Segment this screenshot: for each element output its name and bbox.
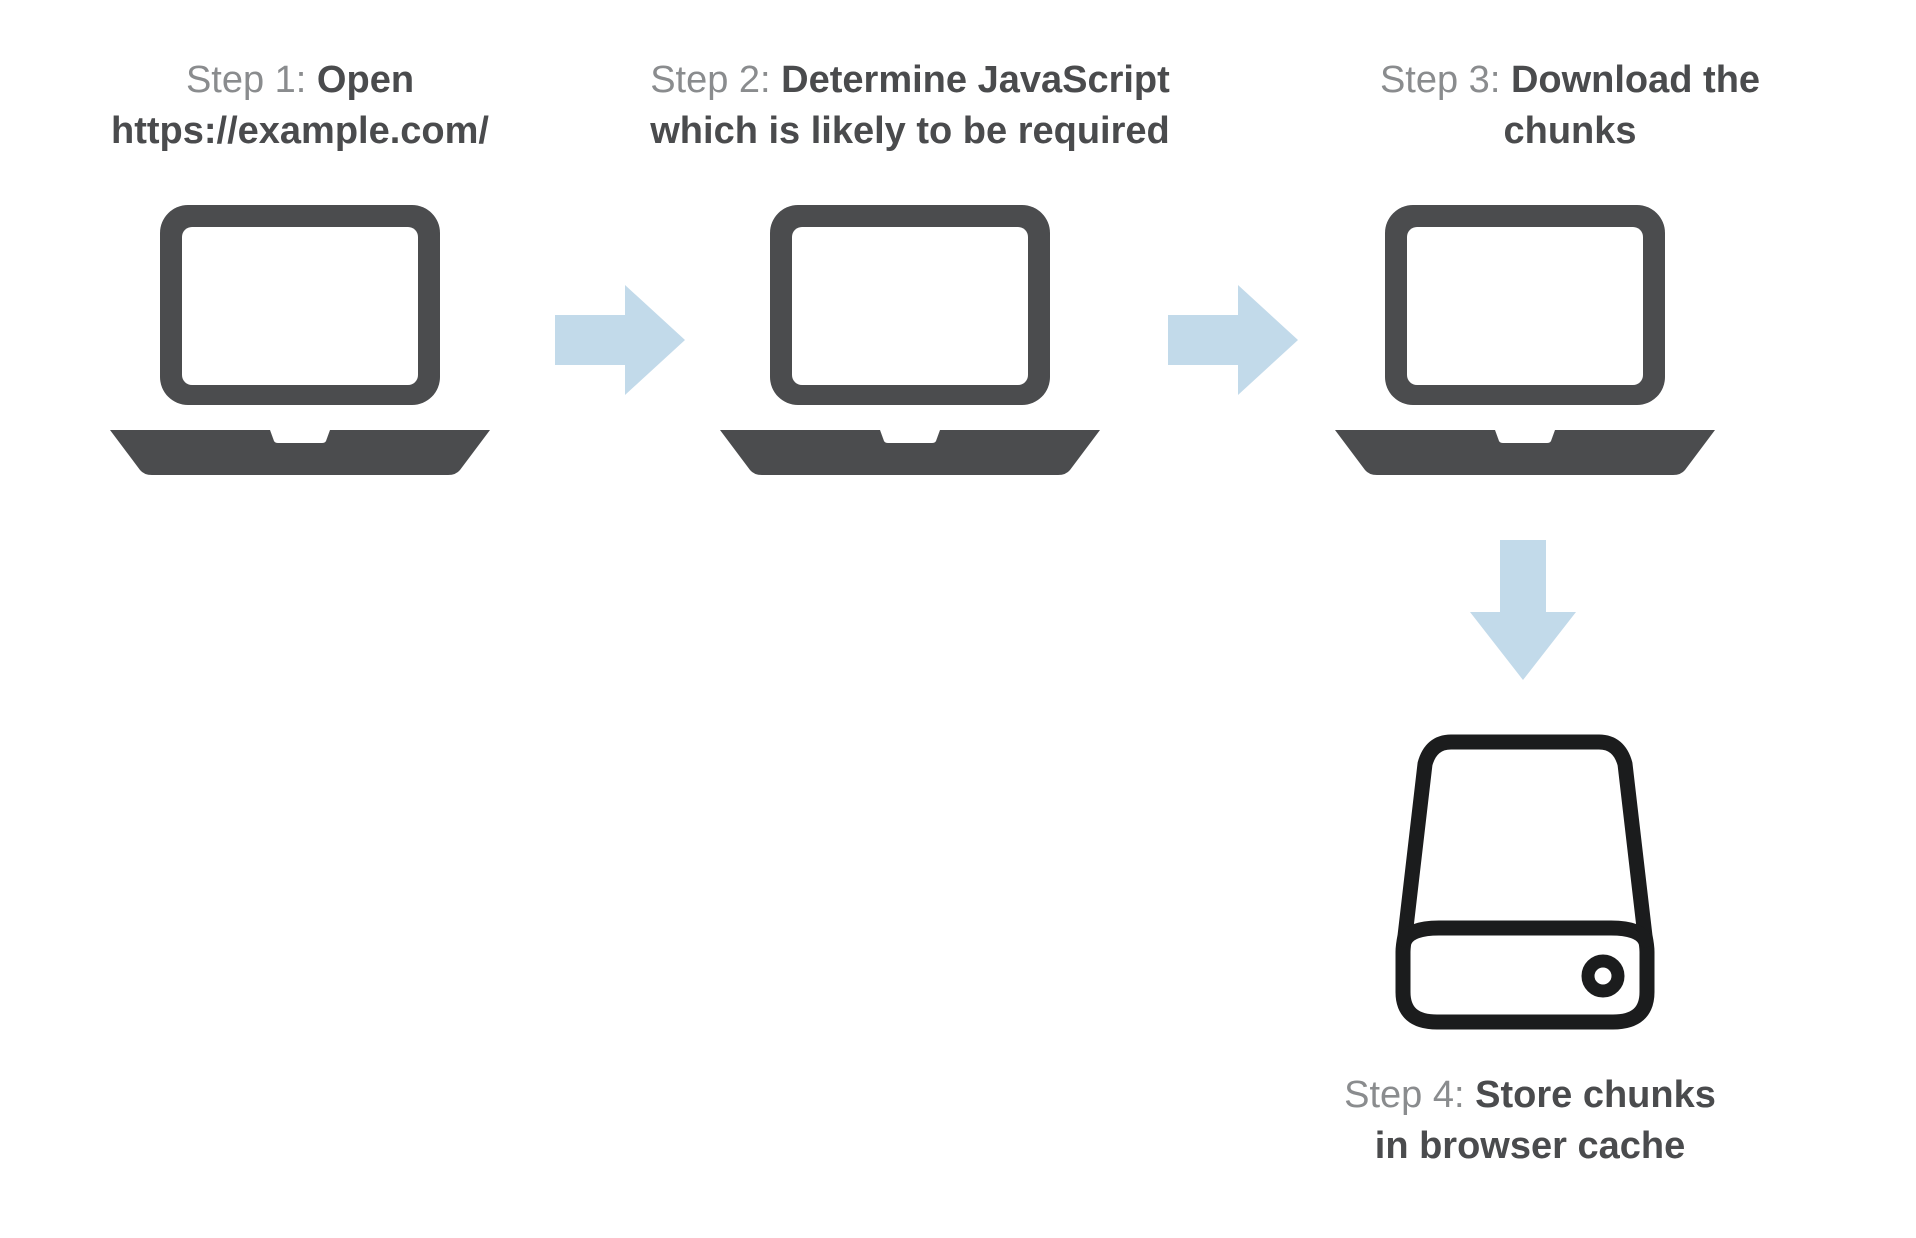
step-3-caption: Step 3: Download the chunks: [1310, 55, 1830, 158]
step-2-bold-2: which is likely to be required: [650, 110, 1169, 152]
laptop-icon: [710, 195, 1110, 475]
step-4-prefix: Step 4:: [1344, 1074, 1475, 1116]
step-2-prefix: Step 2:: [650, 59, 781, 101]
step-3-bold-1: Download the: [1511, 59, 1760, 101]
laptop-icon: [100, 195, 500, 475]
step-1-bold-2: https://example.com/: [111, 110, 489, 152]
step-3-prefix: Step 3:: [1380, 59, 1511, 101]
step-1-bold-1: Open: [317, 59, 414, 101]
step-4-bold-1: Store chunks: [1475, 1074, 1716, 1116]
step-2-caption: Step 2: Determine JavaScript which is li…: [600, 55, 1220, 158]
step-3-bold-2: chunks: [1503, 110, 1636, 152]
step-4-bold-2: in browser cache: [1375, 1125, 1685, 1167]
hard-disk-icon: [1395, 730, 1655, 1030]
step-2-bold-1: Determine JavaScript: [781, 59, 1170, 101]
diagram-canvas: Step 1: Open https://example.com/ Step 2…: [0, 0, 1916, 1238]
step-1-caption: Step 1: Open https://example.com/: [70, 55, 530, 158]
laptop-icon: [1325, 195, 1725, 475]
arrow-right-icon: [1168, 280, 1298, 400]
arrow-right-icon: [555, 280, 685, 400]
step-4-caption: Step 4: Store chunks in browser cache: [1280, 1070, 1780, 1173]
arrow-down-icon: [1468, 540, 1578, 680]
step-1-prefix: Step 1:: [186, 59, 317, 101]
